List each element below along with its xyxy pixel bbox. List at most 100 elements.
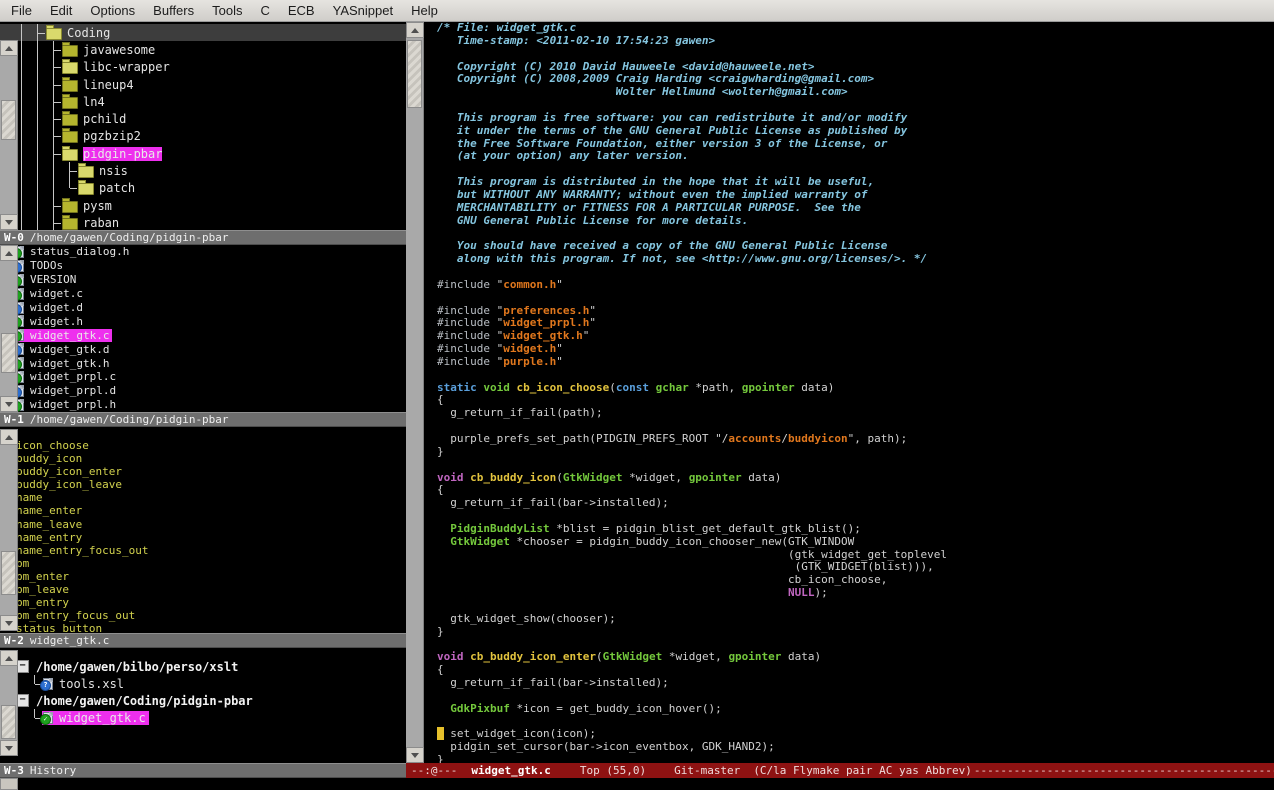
function-item[interactable]: buddy_icon_enter: [0, 465, 406, 478]
file-item[interactable]: widget_prpl.d: [0, 384, 406, 398]
function-item[interactable]: pm_entry: [0, 596, 406, 609]
code-token: gchar: [656, 381, 689, 394]
tree-guide: [29, 214, 45, 230]
sources-scrollbar[interactable]: [0, 245, 18, 412]
tree-row[interactable]: raban: [0, 214, 406, 230]
folder-icon: [62, 201, 78, 213]
code-token: [437, 535, 450, 548]
file-item[interactable]: widget_gtk.d: [0, 342, 406, 356]
code-token: gpointer: [728, 650, 781, 663]
tree-row[interactable]: pysm: [0, 197, 406, 214]
tree-guide: [29, 24, 45, 41]
scrollbar-up-arrow-icon[interactable]: [0, 650, 18, 666]
code-token: PidginBuddyList: [450, 522, 549, 535]
code-token: but WITHOUT ANY WARRANTY; without even t…: [437, 188, 867, 201]
folder-icon: [78, 183, 94, 195]
function-item[interactable]: pm: [0, 557, 406, 570]
editor-scrollbar[interactable]: [406, 22, 424, 763]
scrollbar-thumb[interactable]: [1, 705, 16, 739]
file-item[interactable]: status_dialog.h: [0, 245, 406, 259]
window-id: W-1: [4, 413, 24, 426]
scrollbar-up-arrow-icon[interactable]: [0, 429, 18, 445]
code-token: (: [609, 381, 616, 394]
code-token: /* File: widget_gtk.c: [437, 22, 576, 34]
scrollbar-down-arrow-icon[interactable]: [406, 747, 424, 763]
folder-icon: [78, 166, 94, 178]
file-item[interactable]: widget_prpl.c: [0, 370, 406, 384]
function-item[interactable]: pm_entry_focus_out: [0, 609, 406, 622]
history-item[interactable]: widget_gtk.c: [0, 709, 406, 726]
menu-item-options[interactable]: Options: [81, 0, 144, 21]
function-item[interactable]: name_enter: [0, 504, 406, 517]
scrollbar-down-arrow-icon[interactable]: [0, 740, 18, 756]
menu-item-tools[interactable]: Tools: [203, 0, 251, 21]
scrollbar-down-arrow-icon[interactable]: [0, 396, 18, 412]
tree-row[interactable]: patch: [0, 180, 406, 197]
function-item[interactable]: name_entry_focus_out: [0, 544, 406, 557]
code-token: (: [596, 650, 603, 663]
tree-row[interactable]: libc-wrapper: [0, 59, 406, 76]
function-item[interactable]: buddy_icon: [0, 452, 406, 465]
file-item[interactable]: TODOs: [0, 259, 406, 273]
tree-row[interactable]: lineup4: [0, 76, 406, 93]
tree-row[interactable]: ln4: [0, 93, 406, 110]
tree-row[interactable]: pchild: [0, 110, 406, 127]
function-item[interactable]: name_entry: [0, 531, 406, 544]
code-area[interactable]: /* File: widget_gtk.c Time-stamp: <2011-…: [424, 22, 1274, 763]
function-item[interactable]: pm_leave: [0, 583, 406, 596]
scrollbar-thumb[interactable]: [407, 40, 422, 108]
directories-scrollbar[interactable]: [0, 40, 18, 230]
file-label: widget_prpl.h: [30, 398, 116, 411]
file-item[interactable]: widget.h: [0, 314, 406, 328]
tree-guide: [45, 197, 61, 214]
function-item[interactable]: name: [0, 491, 406, 504]
file-item[interactable]: widget.c: [0, 287, 406, 301]
menu-item-help[interactable]: Help: [402, 0, 447, 21]
methods-scrollbar[interactable]: [0, 429, 18, 631]
minibuffer[interactable]: [0, 778, 1274, 790]
history-item[interactable]: −/home/gawen/bilbo/perso/xslt: [0, 658, 406, 675]
function-item[interactable]: buddy_icon_leave: [0, 478, 406, 491]
scrollbar-thumb[interactable]: [1, 333, 16, 373]
history-item[interactable]: −/home/gawen/Coding/pidgin-pbar: [0, 692, 406, 709]
code-line: #include "purple.h": [437, 356, 1274, 369]
menu-item-c[interactable]: C: [251, 0, 278, 21]
history-scrollbar[interactable]: [0, 650, 18, 756]
tree-guide: [45, 93, 61, 110]
scrollbar-up-arrow-icon[interactable]: [0, 245, 18, 261]
menu-item-buffers[interactable]: Buffers: [144, 0, 203, 21]
file-item[interactable]: VERSION: [0, 273, 406, 287]
file-item[interactable]: widget_gtk.h: [0, 356, 406, 370]
menu-item-file[interactable]: File: [2, 0, 41, 21]
tree-row[interactable]: nsis: [0, 162, 406, 179]
scrollbar-up-arrow-icon[interactable]: [0, 40, 18, 56]
tree-row[interactable]: pidgin-pbar: [0, 145, 406, 162]
file-label: widget.h: [30, 315, 83, 328]
scrollbar-thumb[interactable]: [1, 551, 16, 595]
tree-row[interactable]: pgzbzip2: [0, 128, 406, 145]
menu-item-yasnippet[interactable]: YASnippet: [324, 0, 402, 21]
file-item[interactable]: widget.d: [0, 301, 406, 315]
history-window-header: W-2widget_gtk.c: [0, 633, 406, 648]
history-item[interactable]: tools.xsl: [0, 675, 406, 692]
tree-row[interactable]: javawesome: [0, 41, 406, 58]
code-token: the Free Software Foundation, either ver…: [437, 137, 887, 150]
function-item[interactable]: pm_enter: [0, 570, 406, 583]
function-item[interactable]: status_button: [0, 622, 406, 633]
file-item[interactable]: widget_gtk.c: [0, 328, 406, 342]
file-label: widget_prpl.c: [30, 370, 116, 383]
function-item[interactable]: icon_choose: [0, 439, 406, 452]
tree-row[interactable]: Coding: [0, 24, 406, 41]
code-token: {: [437, 483, 444, 496]
menu-item-edit[interactable]: Edit: [41, 0, 81, 21]
scrollbar-down-arrow-icon[interactable]: [0, 615, 18, 631]
scrollbar-down-arrow-icon[interactable]: [0, 214, 18, 230]
function-item[interactable]: name_leave: [0, 518, 406, 531]
code-token: purple.h: [503, 355, 556, 368]
code-token: Copyright (C) 2008,2009 Craig Harding <c…: [437, 72, 874, 85]
scrollbar-up-arrow-icon[interactable]: [406, 22, 424, 38]
scrollbar-thumb[interactable]: [1, 100, 16, 140]
menu-item-ecb[interactable]: ECB: [279, 0, 324, 21]
code-token: #include: [437, 304, 490, 317]
file-item[interactable]: widget_prpl.h: [0, 398, 406, 412]
